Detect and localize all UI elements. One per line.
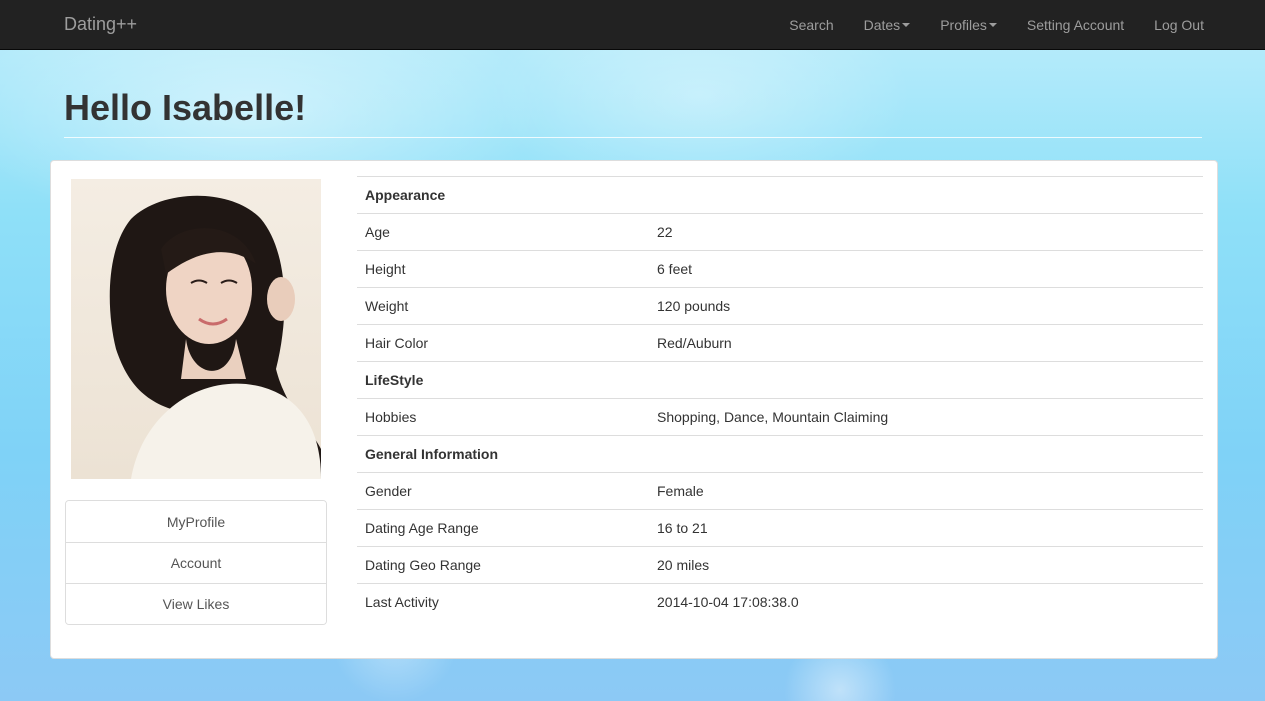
age-value: 22 (649, 213, 1203, 251)
table-row: Last Activity 2014-10-04 17:08:38.0 (357, 583, 1203, 621)
nav-search-label: Search (789, 17, 834, 33)
gender-value: Female (649, 472, 1203, 510)
last-activity-label: Last Activity (357, 583, 649, 621)
nav-setting-account-label: Setting Account (1026, 17, 1125, 33)
table-row: Height 6 feet (357, 250, 1203, 288)
nav-setting-account-link[interactable]: Setting Account (1027, 17, 1124, 33)
table-row: Gender Female (357, 472, 1203, 510)
page-header: Hello Isabelle! (64, 88, 1202, 138)
appearance-heading: Appearance (357, 176, 1203, 214)
table-section-row: Appearance (357, 176, 1203, 214)
height-value: 6 feet (649, 250, 1203, 288)
table-row: Age 22 (357, 213, 1203, 251)
dating-age-range-label: Dating Age Range (357, 509, 649, 547)
nav-profiles-label: Profiles (940, 17, 987, 33)
dating-geo-range-value: 20 miles (649, 546, 1203, 584)
general-information-heading: General Information (357, 435, 1203, 473)
profile-photo-image (71, 179, 321, 479)
caret-down-icon (902, 23, 911, 27)
profile-panel: MyProfile Account View Likes Appearance … (50, 160, 1218, 659)
hobbies-value: Shopping, Dance, Mountain Claiming (649, 398, 1203, 436)
nav-dates-label: Dates (863, 17, 901, 33)
table-row: Dating Geo Range 20 miles (357, 546, 1203, 584)
table-row: Weight 120 pounds (357, 287, 1203, 325)
nav-menu: Search Dates Profiles Setting Account Lo… (789, 0, 1204, 50)
sidebar-menu: MyProfile Account View Likes (65, 500, 327, 625)
dating-geo-range-label: Dating Geo Range (357, 546, 649, 584)
sidebar-item-view-likes[interactable]: View Likes (66, 583, 326, 624)
last-activity-value: 2014-10-04 17:08:38.0 (649, 583, 1203, 621)
table-row: Hobbies Shopping, Dance, Mountain Claimi… (357, 398, 1203, 436)
height-label: Height (357, 250, 649, 288)
dating-age-range-value: 16 to 21 (649, 509, 1203, 547)
nav-search-link[interactable]: Search (789, 17, 833, 33)
top-navbar: Dating++ Search Dates Profiles Setting A… (0, 0, 1265, 50)
hair-color-value: Red/Auburn (649, 324, 1203, 362)
profile-info-table: Appearance Age 22 Height 6 feet Weight 1… (357, 176, 1203, 621)
brand-logo[interactable]: Dating++ (64, 14, 137, 35)
table-row: Hair Color Red/Auburn (357, 324, 1203, 362)
caret-down-icon (988, 23, 997, 27)
lifestyle-heading: LifeStyle (357, 361, 1203, 399)
table-row: Dating Age Range 16 to 21 (357, 509, 1203, 547)
sidebar-item-account[interactable]: Account (66, 542, 326, 583)
nav-dates-dropdown[interactable]: Dates (864, 17, 911, 33)
age-label: Age (357, 213, 649, 251)
nav-logout-label: Log Out (1154, 17, 1204, 33)
table-section-row: LifeStyle (357, 361, 1203, 399)
hobbies-label: Hobbies (357, 398, 649, 436)
page-title: Hello Isabelle! (64, 87, 307, 128)
profile-photo (71, 179, 321, 479)
nav-logout-link[interactable]: Log Out (1154, 17, 1204, 33)
table-section-row: General Information (357, 435, 1203, 473)
weight-label: Weight (357, 287, 649, 325)
gender-label: Gender (357, 472, 649, 510)
nav-profiles-dropdown[interactable]: Profiles (940, 17, 997, 33)
hair-color-label: Hair Color (357, 324, 649, 362)
sidebar-item-myprofile[interactable]: MyProfile (66, 501, 326, 542)
weight-value: 120 pounds (649, 287, 1203, 325)
